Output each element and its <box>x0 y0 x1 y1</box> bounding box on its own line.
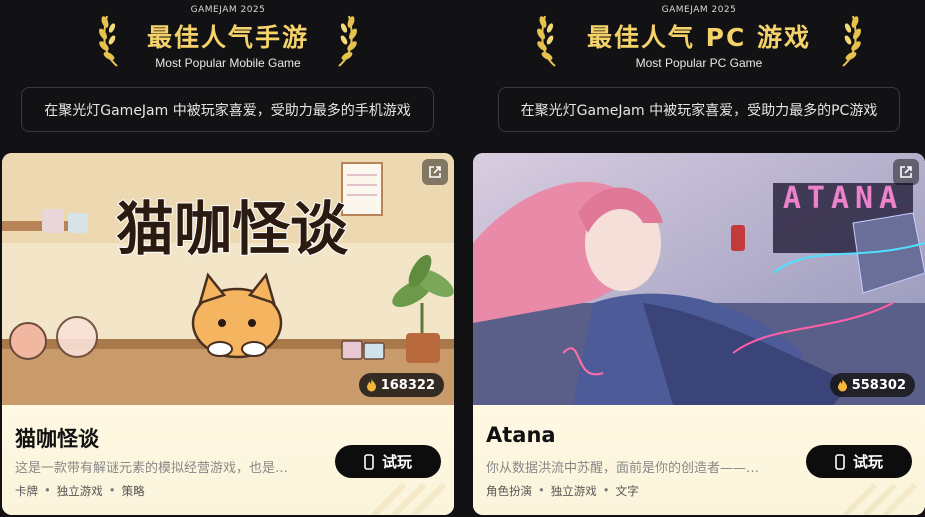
game-info: Atana 你从数据洪流中苏醒，面前是你的创造者——… 角色扮演 • 独立游戏 • … <box>473 405 925 515</box>
atana-illustration: ATANA <box>473 153 925 405</box>
external-link-icon[interactable] <box>422 159 448 185</box>
laurel-icon <box>842 15 861 67</box>
game-cover-image[interactable]: 猫咖怪谈 168322 <box>2 153 454 405</box>
tag-separator: • <box>44 483 51 497</box>
award-column-mobile: GAMEJAM 2025 最佳人气手游 Most Popular Mobile … <box>2 0 454 517</box>
game-description: 这是一款带有解谜元素的模拟经营游戏，也是… <box>15 461 289 476</box>
game-cover-image[interactable]: ATANA 558302 <box>473 153 925 405</box>
decorative-pattern <box>842 482 918 515</box>
heat-badge: 558302 <box>829 373 915 397</box>
fire-icon <box>837 378 847 391</box>
jam-label: GAMEJAM 2025 <box>190 5 266 15</box>
tag[interactable]: 卡牌 <box>15 483 38 499</box>
award-subtitle: Most Popular Mobile Game <box>155 56 301 70</box>
game-card[interactable]: ATANA 558302 Atana 你从数据洪流中苏醒，面前是你的创造者——…… <box>473 153 925 515</box>
external-link-icon[interactable] <box>893 159 919 185</box>
heat-value: 558302 <box>851 377 906 393</box>
play-button[interactable]: 试玩 <box>806 445 912 478</box>
award-header: GAMEJAM 2025 最佳人气 PC 游戏 Most Popular PC … <box>473 0 925 80</box>
tag[interactable]: 策略 <box>122 483 145 499</box>
tag-separator: • <box>602 483 610 497</box>
cat-cafe-illustration: 猫咖怪谈 <box>2 153 454 405</box>
tag[interactable]: 独立游戏 <box>57 483 103 499</box>
game-info: 猫咖怪谈 这是一款带有解谜元素的模拟经营游戏，也是… 卡牌 • 独立游戏 • 策略 … <box>2 405 454 515</box>
play-button-label: 试玩 <box>852 453 883 471</box>
play-button-label: 试玩 <box>381 453 412 471</box>
heat-badge: 168322 <box>358 373 444 397</box>
fire-icon <box>366 378 376 391</box>
award-description: 在聚光灯GameJam 中被玩家喜爱，受助力最多的手机游戏 <box>21 87 434 132</box>
award-description: 在聚光灯GameJam 中被玩家喜爱，受助力最多的PC游戏 <box>498 87 900 132</box>
award-title: 最佳人气手游 <box>146 23 309 52</box>
heat-value: 168322 <box>380 377 435 393</box>
laurel-icon <box>338 15 357 67</box>
tag-separator: • <box>538 483 545 497</box>
game-name[interactable]: 猫咖怪谈 <box>15 423 99 453</box>
decorative-pattern <box>371 482 447 515</box>
cover-title-art: 猫咖怪谈 <box>116 195 349 263</box>
tag[interactable]: 文字 <box>616 483 639 499</box>
game-tags: 卡牌 • 独立游戏 • 策略 <box>15 483 145 499</box>
game-card[interactable]: 猫咖怪谈 168322 猫咖怪谈 这是一款带有解谜元素的模拟经营游戏，也是… 卡… <box>2 153 454 515</box>
play-button[interactable]: 试玩 <box>335 445 441 478</box>
award-header: GAMEJAM 2025 最佳人气手游 Most Popular Mobile … <box>2 0 454 80</box>
game-name[interactable]: Atana <box>486 423 556 447</box>
game-tags: 角色扮演 • 独立游戏 • 文字 <box>486 483 639 499</box>
tag[interactable]: 独立游戏 <box>551 483 597 499</box>
phone-icon <box>835 453 845 470</box>
game-description: 你从数据洪流中苏醒，面前是你的创造者——… <box>486 461 760 476</box>
award-column-pc: GAMEJAM 2025 最佳人气 PC 游戏 Most Popular PC … <box>473 0 925 517</box>
phone-icon <box>364 453 374 470</box>
tag-separator: • <box>108 483 116 497</box>
tag[interactable]: 角色扮演 <box>486 483 532 499</box>
cover-title-art: ATANA <box>783 181 903 216</box>
